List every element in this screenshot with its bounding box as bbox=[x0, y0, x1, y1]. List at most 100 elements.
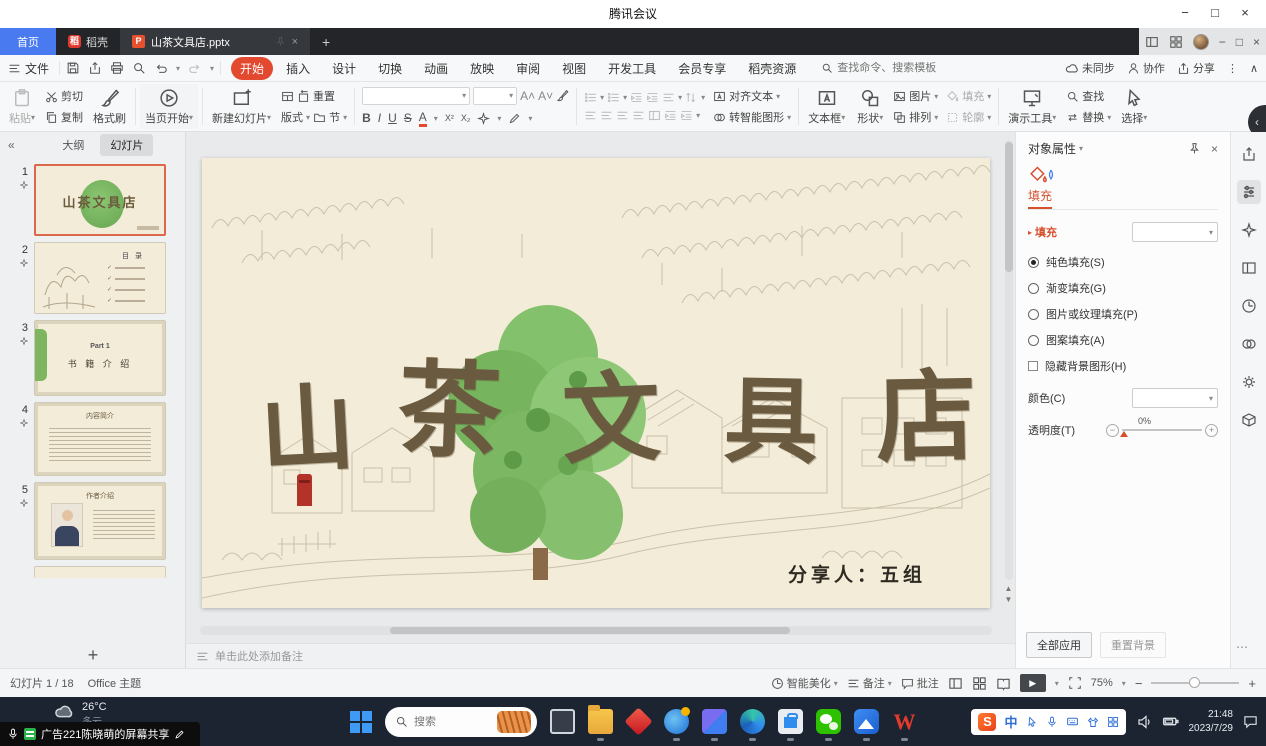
previous-slide-icon[interactable]: ▲ bbox=[1005, 584, 1013, 593]
command-search[interactable] bbox=[821, 62, 967, 74]
transparency-slider[interactable]: − 0% + bbox=[1106, 424, 1218, 437]
taskbar-search[interactable] bbox=[385, 707, 537, 737]
presenter-text[interactable]: 分享人：五组 bbox=[788, 560, 926, 587]
paragraph-spacing-icon[interactable] bbox=[680, 109, 693, 122]
increase-transparency-icon[interactable]: + bbox=[1205, 424, 1218, 437]
italic-button[interactable]: I bbox=[378, 111, 381, 125]
to-smartart-button[interactable]: 转智能图形▾ bbox=[710, 108, 794, 126]
zoom-level[interactable]: 75% bbox=[1091, 677, 1113, 689]
slide-thumbnail-5[interactable]: 作者介绍 bbox=[34, 482, 166, 560]
pin-panel-icon[interactable] bbox=[1188, 142, 1201, 155]
slide-thumbnail-4[interactable]: 内容简介 bbox=[34, 402, 166, 476]
add-slide-button[interactable]: + bbox=[0, 644, 186, 666]
next-slide-icon[interactable]: ▼ bbox=[1005, 595, 1013, 604]
shapes-button[interactable]: 形状▾ bbox=[852, 84, 888, 129]
outline-button[interactable]: 轮廓▾ bbox=[943, 108, 994, 126]
save-icon[interactable] bbox=[66, 61, 80, 75]
wps-restore-icon[interactable]: □ bbox=[1236, 35, 1243, 49]
sogou-logo-icon[interactable]: S bbox=[978, 713, 996, 731]
vertical-scrollbar[interactable] bbox=[1005, 140, 1013, 580]
text-direction-icon[interactable] bbox=[662, 91, 675, 104]
tab-document[interactable]: P 山茶文具店.pptx × bbox=[120, 28, 310, 55]
fit-to-window-icon[interactable] bbox=[1068, 676, 1082, 690]
ime-cursor-icon[interactable] bbox=[1026, 716, 1038, 728]
text-effects-icon[interactable] bbox=[477, 112, 490, 125]
wps-office-icon[interactable]: W bbox=[892, 709, 917, 734]
vertical-scroll-thumb[interactable] bbox=[1005, 142, 1013, 272]
undo-icon[interactable] bbox=[154, 61, 168, 75]
tab-grid-icon[interactable] bbox=[1169, 35, 1183, 49]
animation-pane-icon[interactable] bbox=[1237, 256, 1261, 280]
reset-button[interactable]: 重置 bbox=[278, 87, 350, 105]
app-icon-diamond[interactable] bbox=[624, 707, 652, 735]
preview-icon[interactable] bbox=[132, 61, 146, 75]
highlighter-icon[interactable] bbox=[508, 112, 521, 125]
new-tab-button[interactable]: + bbox=[310, 28, 342, 55]
paste-button[interactable]: 粘贴▾ bbox=[4, 84, 40, 129]
increase-indent-icon[interactable] bbox=[646, 91, 659, 104]
search-highlight-image[interactable] bbox=[497, 711, 531, 733]
copy-button[interactable]: 复制 bbox=[42, 108, 86, 126]
increase-font-icon[interactable]: A˄ bbox=[520, 89, 535, 103]
menu-item-review[interactable]: 审阅 bbox=[507, 57, 549, 80]
microsoft-store-icon[interactable] bbox=[778, 709, 803, 734]
smart-beautify-button[interactable]: 智能美化▾ bbox=[771, 675, 838, 691]
superscript-button[interactable]: X² bbox=[445, 113, 454, 123]
decrease-font-icon[interactable]: A˅ bbox=[538, 89, 553, 103]
transparency-marker[interactable] bbox=[1120, 431, 1128, 437]
sogou-input-bar[interactable]: S 中 bbox=[971, 709, 1125, 735]
format-painter-button[interactable]: 格式刷 bbox=[88, 84, 131, 129]
bullet-list-icon[interactable] bbox=[584, 91, 597, 104]
arrange-button[interactable]: 排列▾ bbox=[890, 108, 941, 126]
align-text-button[interactable]: 对齐文本▾ bbox=[710, 87, 794, 105]
play-from-current-button[interactable]: 当页开始▾ bbox=[140, 84, 198, 129]
close-tab-icon[interactable]: × bbox=[292, 36, 298, 48]
subscript-button[interactable]: X₂ bbox=[461, 113, 471, 123]
app-icon-360[interactable] bbox=[664, 709, 689, 734]
fill-preset-dropdown[interactable]: ▾ bbox=[1132, 222, 1218, 242]
slide-thumbnail-6[interactable] bbox=[34, 566, 166, 578]
menu-item-docer-res[interactable]: 稻壳资源 bbox=[739, 57, 805, 80]
collapse-panel-icon[interactable]: « bbox=[8, 138, 15, 152]
app-icon-photos[interactable] bbox=[702, 709, 727, 734]
skin-icon[interactable] bbox=[1087, 716, 1099, 728]
transparency-track[interactable]: 0% bbox=[1122, 429, 1202, 431]
annotate-pen-icon[interactable] bbox=[174, 729, 185, 740]
horizontal-scroll-thumb[interactable] bbox=[390, 627, 790, 634]
minimize-icon[interactable]: − bbox=[1170, 0, 1200, 28]
resources-icon[interactable] bbox=[1237, 408, 1261, 432]
align-left-icon[interactable] bbox=[584, 109, 597, 122]
collapse-ribbon-icon[interactable]: ∧ bbox=[1250, 62, 1258, 75]
theme-name[interactable]: Office 主题 bbox=[88, 675, 142, 691]
screen-share-banner[interactable]: 广告221陈晓萌的屏幕共享 bbox=[0, 722, 200, 746]
task-view-button[interactable] bbox=[550, 709, 575, 734]
zoom-slider[interactable] bbox=[1151, 682, 1239, 684]
strike-button[interactable]: S bbox=[404, 111, 412, 125]
effects-icon[interactable] bbox=[1237, 218, 1261, 242]
battery-icon[interactable] bbox=[1162, 713, 1179, 730]
sync-status[interactable]: 未同步 bbox=[1065, 60, 1115, 76]
decrease-transparency-icon[interactable]: − bbox=[1106, 424, 1119, 437]
color-dropdown[interactable]: ▾ bbox=[1132, 388, 1218, 408]
menubar-collapse-caret-icon[interactable]: ▾ bbox=[210, 64, 214, 73]
new-slide-button[interactable]: 新建幻灯片▾ bbox=[207, 84, 276, 129]
redo-icon[interactable] bbox=[188, 61, 202, 75]
merge-shapes-icon[interactable] bbox=[1237, 332, 1261, 356]
start-button[interactable] bbox=[350, 711, 372, 733]
ai-assistant-icon[interactable] bbox=[1237, 142, 1261, 166]
collaborate-button[interactable]: 协作 bbox=[1127, 60, 1165, 76]
slide-thumbnail-2[interactable]: 目 录 ✓ ✓ ✓ ✓ bbox=[34, 242, 166, 314]
cut-button[interactable]: 剪切 bbox=[42, 87, 86, 105]
tab-slides[interactable]: 幻灯片 bbox=[100, 134, 153, 156]
find-button[interactable]: 查找 bbox=[1063, 87, 1114, 105]
menu-item-transition[interactable]: 切换 bbox=[369, 57, 411, 80]
distribute-icon[interactable] bbox=[648, 109, 661, 122]
tencent-meeting-icon[interactable] bbox=[854, 709, 879, 734]
play-options-caret-icon[interactable]: ▾ bbox=[1055, 679, 1059, 688]
present-tools-button[interactable]: 演示工具▾ bbox=[1003, 84, 1061, 129]
file-explorer-icon[interactable] bbox=[588, 709, 613, 734]
command-search-input[interactable] bbox=[837, 62, 967, 74]
option-gradient-fill[interactable]: 渐变填充(G) bbox=[1028, 280, 1218, 296]
menu-item-design[interactable]: 设计 bbox=[323, 57, 365, 80]
notes-bar[interactable]: 单击此处添加备注 bbox=[186, 643, 1015, 668]
